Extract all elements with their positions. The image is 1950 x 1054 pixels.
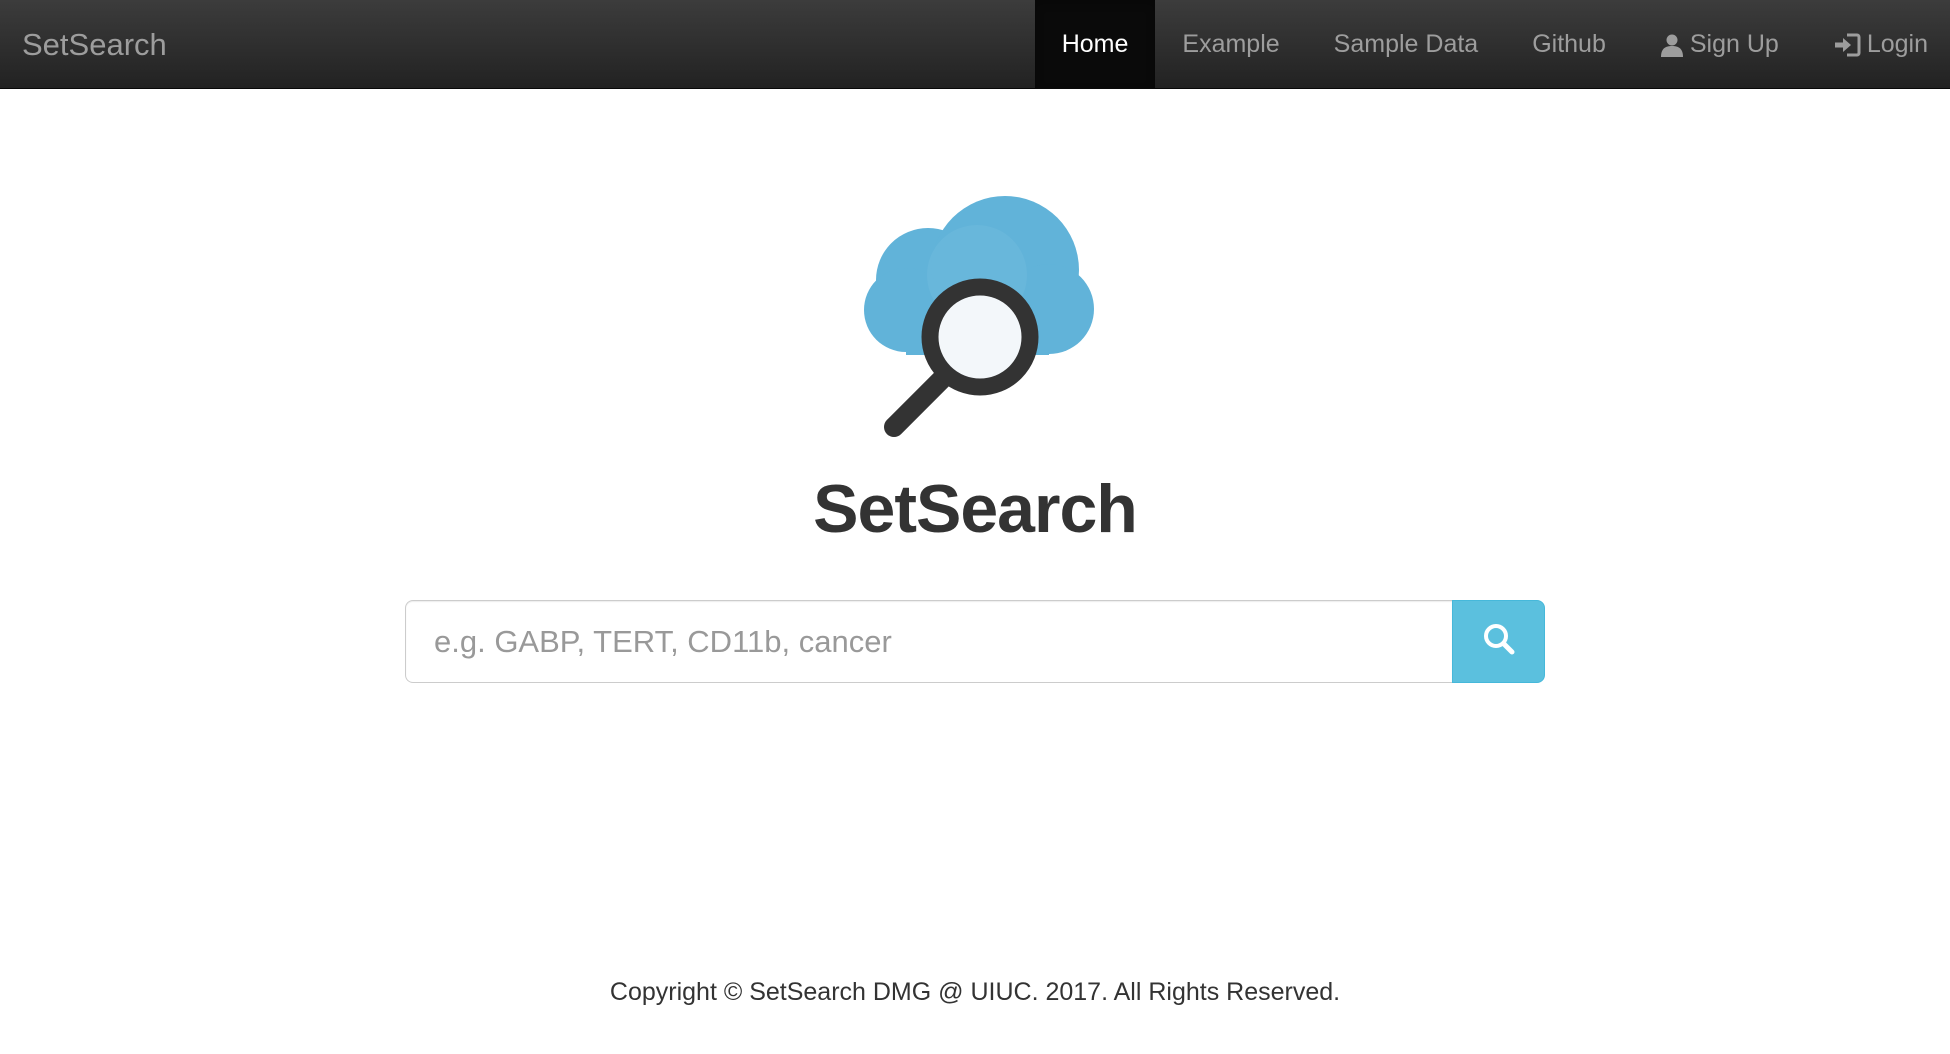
nav-item-example[interactable]: Example [1155,0,1306,89]
nav-item-github[interactable]: Github [1505,0,1633,89]
search-button[interactable] [1452,600,1545,683]
cloud-search-icon [852,195,1100,440]
nav-item-sample-data[interactable]: Sample Data [1307,0,1506,89]
navbar-brand[interactable]: SetSearch [22,0,167,89]
user-icon [1660,33,1684,57]
nav-item-sign-up[interactable]: Sign Up [1633,0,1806,89]
search-group [405,600,1545,683]
login-icon [1833,33,1861,57]
navbar: SetSearch Home Example Sample Data Githu… [0,0,1950,89]
nav-item-example-label: Example [1182,30,1280,58]
nav-item-github-label: Github [1532,30,1606,58]
navbar-menu: Home Example Sample Data Github Sign Up [1034,0,1950,89]
page-title: SetSearch [813,471,1138,547]
nav-item-login-label: Login [1866,30,1928,58]
nav-item-home[interactable]: Home [1034,0,1156,89]
search-icon [1482,622,1516,661]
search-input[interactable] [405,600,1452,683]
footer-copyright: Copyright © SetSearch DMG @ UIUC. 2017. … [609,978,1341,1006]
nav-item-sample-data-label: Sample Data [1333,30,1479,58]
nav-item-home-label: Home [1061,30,1129,58]
nav-item-login[interactable]: Login [1806,0,1950,89]
nav-item-sign-up-label: Sign Up [1689,30,1779,58]
